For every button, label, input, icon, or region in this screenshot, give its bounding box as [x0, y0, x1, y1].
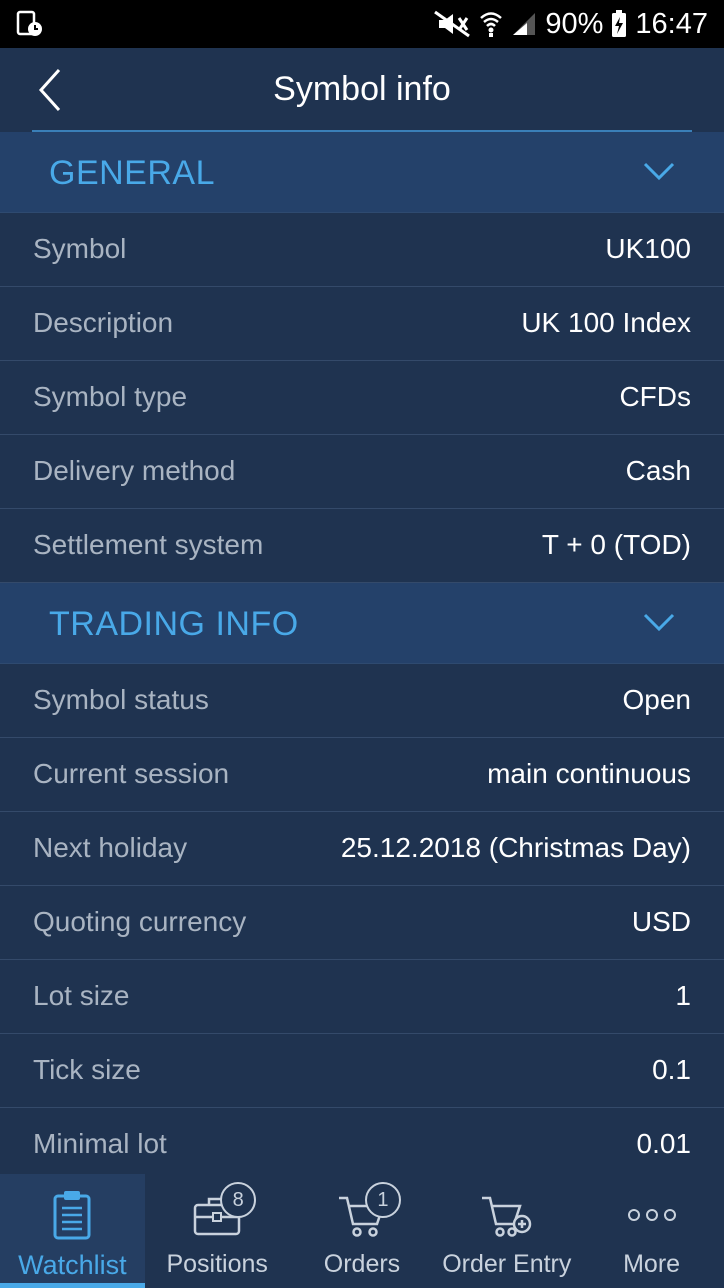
- clock: 16:47: [635, 7, 708, 40]
- row-value: 0.1: [652, 1054, 691, 1085]
- more-dots-icon: [627, 1184, 677, 1246]
- row-label: Symbol type: [33, 381, 188, 412]
- screen: 90% 16:47 Symbol info GENERAL Symbol UK1…: [0, 0, 724, 1288]
- mute-icon: [434, 10, 471, 38]
- info-row-description: Description UK 100 Index: [0, 287, 724, 361]
- nav-label: Positions: [166, 1250, 268, 1278]
- row-value: Cash: [625, 455, 691, 486]
- nav-orders[interactable]: 1 Orders: [290, 1174, 435, 1288]
- briefcase-icon: 8: [192, 1182, 257, 1246]
- nav-more[interactable]: More: [579, 1174, 724, 1288]
- info-row-minimal-lot: Minimal lot 0.01: [0, 1108, 724, 1182]
- row-label: Symbol status: [33, 684, 209, 715]
- section-title: GENERAL: [49, 154, 215, 192]
- orders-badge: 1: [364, 1182, 401, 1218]
- row-value: UK 100 Index: [521, 307, 691, 338]
- content: GENERAL Symbol UK100 Description UK 100 …: [0, 132, 724, 1182]
- nav-label: Orders: [323, 1250, 401, 1278]
- info-row-current-session: Current session main continuous: [0, 738, 724, 812]
- screen-time-icon: [16, 10, 42, 36]
- info-row-lot-size: Lot size 1: [0, 960, 724, 1034]
- row-label: Quoting currency: [33, 906, 247, 937]
- chevron-down-icon: [643, 162, 675, 181]
- row-value: CFDs: [619, 381, 691, 412]
- section-trading-info-header[interactable]: TRADING INFO: [0, 583, 724, 664]
- nav-label: Order Entry: [442, 1250, 572, 1278]
- nav-watchlist[interactable]: Watchlist: [0, 1174, 145, 1288]
- page-title: Symbol info: [273, 70, 451, 108]
- battery-charging-icon: [612, 10, 627, 37]
- row-label: Minimal lot: [33, 1128, 167, 1159]
- positions-badge: 8: [220, 1182, 257, 1218]
- wifi-icon: [480, 12, 503, 37]
- clipboard-icon: [52, 1184, 92, 1246]
- battery-percent: 90%: [545, 7, 604, 40]
- row-value: UK100: [605, 233, 691, 264]
- nav-label: Watchlist: [18, 1250, 127, 1280]
- info-row-symbol-type: Symbol type CFDs: [0, 361, 724, 435]
- section-title: TRADING INFO: [49, 605, 299, 643]
- info-row-tick-size: Tick size 0.1: [0, 1034, 724, 1108]
- row-label: Lot size: [33, 980, 130, 1011]
- nav-label: More: [623, 1250, 681, 1278]
- row-label: Current session: [33, 758, 230, 789]
- row-label: Delivery method: [33, 455, 236, 486]
- info-row-quoting-currency: Quoting currency USD: [0, 886, 724, 960]
- row-value: main continuous: [487, 758, 691, 789]
- row-label: Next holiday: [33, 832, 188, 863]
- row-label: Tick size: [33, 1054, 141, 1085]
- info-row-symbol-status: Symbol status Open: [0, 664, 724, 738]
- status-right: 90% 16:47: [433, 0, 708, 48]
- row-value: T + 0 (TOD): [541, 529, 691, 560]
- row-label: Description: [33, 307, 174, 338]
- row-label: Settlement system: [33, 529, 264, 560]
- title-bar: Symbol info: [0, 48, 724, 132]
- signal-icon: [513, 13, 536, 35]
- nav-order-entry[interactable]: Order Entry: [434, 1174, 579, 1288]
- chevron-down-icon: [643, 613, 675, 632]
- info-row-symbol: Symbol UK100: [0, 213, 724, 287]
- nav-positions[interactable]: 8 Positions: [145, 1174, 290, 1288]
- status-bar: 90% 16:47: [0, 0, 724, 48]
- row-value: Open: [622, 684, 692, 715]
- bottom-nav: Watchlist 8 Positions 1 Orders Order Ent…: [0, 1174, 724, 1288]
- cart-icon: 1: [337, 1182, 401, 1246]
- row-value: USD: [631, 906, 691, 937]
- cart-add-icon: [480, 1184, 534, 1246]
- row-value: 25.12.2018 (Christmas Day): [340, 832, 691, 863]
- row-value: 0.01: [636, 1128, 692, 1159]
- info-row-next-holiday: Next holiday 25.12.2018 (Christmas Day): [0, 812, 724, 886]
- row-value: 1: [675, 980, 691, 1011]
- section-general-header[interactable]: GENERAL: [0, 132, 724, 213]
- info-row-delivery-method: Delivery method Cash: [0, 435, 724, 509]
- info-row-settlement-system: Settlement system T + 0 (TOD): [0, 509, 724, 583]
- row-label: Symbol: [33, 233, 127, 264]
